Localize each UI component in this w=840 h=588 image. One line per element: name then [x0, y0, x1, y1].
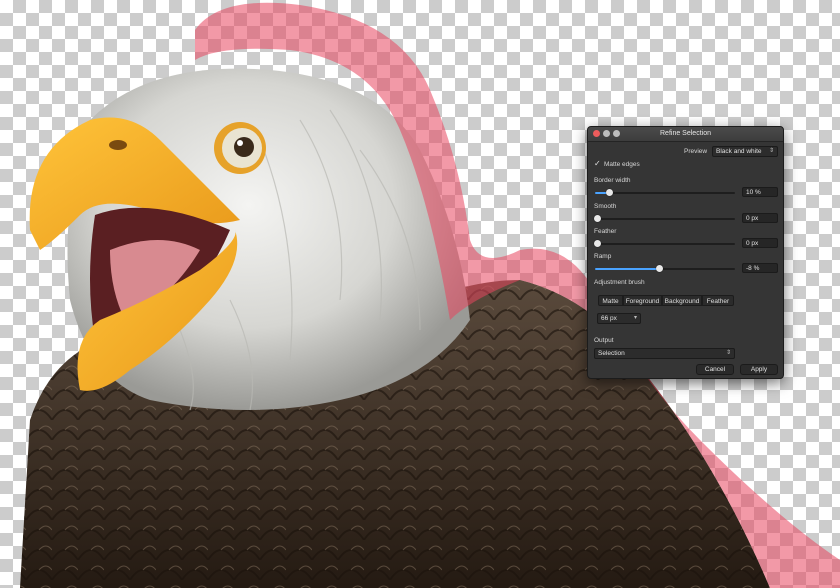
preview-select-value: Black and white — [716, 148, 762, 155]
feather-value-field[interactable]: 0 px — [742, 238, 778, 248]
output-select-value: Selection — [598, 350, 625, 357]
brush-size-value: 66 px — [601, 315, 617, 322]
ramp-value-field[interactable]: -8 % — [742, 263, 778, 273]
output-select[interactable]: Selection ⇕ — [594, 348, 735, 359]
smooth-slider[interactable] — [594, 215, 735, 222]
dialog-titlebar[interactable]: Refine Selection — [588, 127, 783, 142]
feather-slider[interactable] — [594, 240, 735, 247]
preview-select[interactable]: Black and white ⇕ — [712, 146, 778, 157]
ramp-slider-handle[interactable] — [655, 265, 663, 272]
refine-selection-dialog: Refine Selection Preview Black and white… — [587, 126, 784, 379]
ramp-slider[interactable] — [595, 265, 735, 272]
chevron-updown-icon: ⇕ — [768, 148, 774, 154]
brush-mode-foreground[interactable]: Foreground — [623, 295, 662, 306]
preview-label: Preview — [684, 148, 708, 155]
ramp-label: Ramp — [594, 253, 612, 260]
matte-edges-label: Matte edges — [604, 161, 640, 168]
output-label: Output — [594, 337, 614, 344]
smooth-value-field[interactable]: 0 px — [742, 213, 778, 223]
feather-slider-handle[interactable] — [594, 240, 602, 247]
border-width-slider[interactable] — [595, 189, 735, 196]
brush-mode-matte[interactable]: Matte — [598, 295, 623, 306]
brush-mode-feather[interactable]: Feather — [702, 295, 734, 306]
chevron-down-icon: ▾ — [633, 315, 637, 321]
apply-button[interactable]: Apply — [740, 364, 778, 375]
brush-mode-segmented-control: Matte Foreground Background Feather — [594, 295, 777, 307]
border-width-label: Border width — [594, 177, 631, 184]
smooth-label: Smooth — [594, 203, 617, 210]
cancel-button[interactable]: Cancel — [696, 364, 734, 375]
border-width-value-field[interactable]: 10 % — [742, 187, 778, 197]
brush-size-select[interactable]: 66 px ▾ — [597, 313, 641, 324]
checkmark-icon: ✓ — [594, 159, 601, 168]
feather-label: Feather — [594, 228, 617, 235]
brush-mode-background[interactable]: Background — [662, 295, 702, 306]
border-width-slider-handle[interactable] — [605, 189, 613, 196]
dialog-title: Refine Selection — [660, 130, 711, 137]
adjustment-brush-label: Adjustment brush — [594, 279, 645, 286]
ramp-slider-fill — [595, 268, 660, 270]
smooth-slider-handle[interactable] — [594, 215, 602, 222]
matte-edges-checkbox[interactable]: ✓ Matte edges — [594, 159, 777, 170]
chevron-updown-icon: ⇕ — [725, 350, 731, 356]
